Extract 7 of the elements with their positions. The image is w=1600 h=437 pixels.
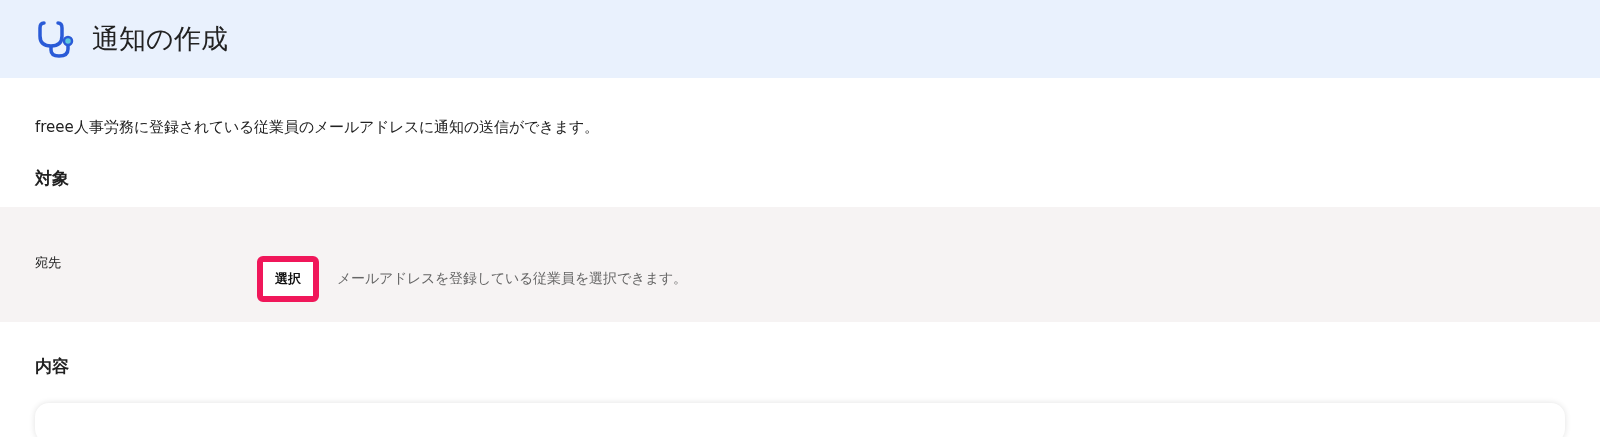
select-button[interactable]: 選択	[257, 256, 319, 302]
hint-text: メールアドレスを登録している従業員を選択できます。	[337, 270, 687, 288]
section-heading: 内容	[35, 355, 70, 378]
description-text: freee人事労務に登録されている従業員のメールアドレスに通知の送信ができます。	[35, 118, 600, 137]
field-label: 宛先	[35, 254, 62, 272]
page-title: 通知の作成	[92, 22, 228, 56]
section-heading: 対象	[35, 167, 70, 190]
